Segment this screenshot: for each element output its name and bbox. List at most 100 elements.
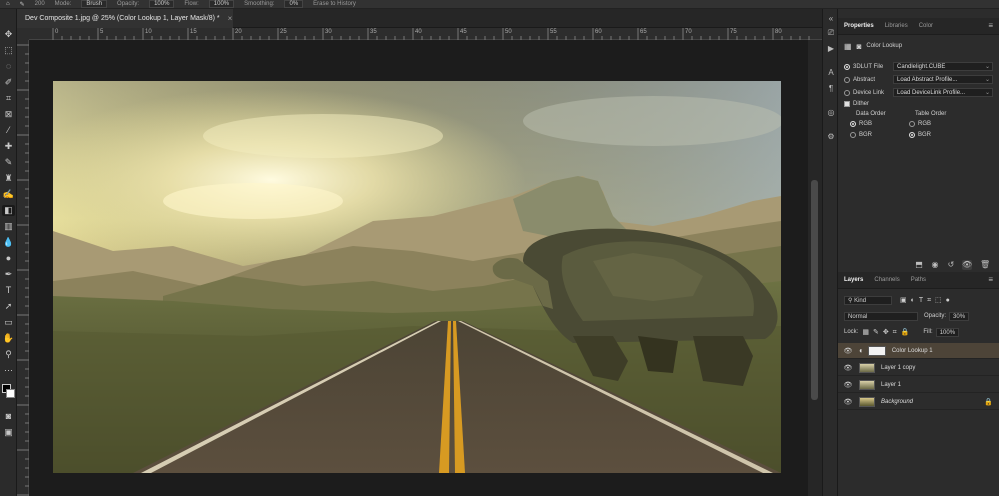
tab-libraries[interactable]: Libraries [885, 23, 908, 29]
layer-row-color-lookup[interactable]: 👁 ◐ Color Lookup 1 [838, 343, 999, 359]
table-order-rgb-radio[interactable] [909, 121, 915, 127]
type-tool-icon[interactable]: T [2, 285, 15, 296]
layer-mask-thumbnail[interactable] [867, 345, 886, 356]
lasso-tool-icon[interactable]: ◌ [2, 61, 15, 72]
blend-mode-select[interactable]: Normal [844, 311, 918, 321]
visibility-eye-icon[interactable]: 👁 [841, 381, 855, 389]
smoothing-field[interactable]: 0% [284, 0, 304, 8]
table-order-bgr-radio[interactable] [909, 132, 915, 138]
character-panel-icon[interactable]: A [825, 67, 837, 79]
healing-brush-tool-icon[interactable]: ✚ [2, 141, 15, 152]
data-order-bgr-radio[interactable] [850, 132, 856, 138]
gradient-tool-icon[interactable]: ▥ [2, 221, 15, 232]
quick-select-tool-icon[interactable]: ✐ [2, 77, 15, 88]
filter-type-icons[interactable]: ▣◐T⌗⬚● [900, 296, 954, 305]
layer-row-background[interactable]: 👁 Background 🔒 [838, 394, 999, 410]
quick-mask-icon[interactable]: ◙ [2, 411, 15, 422]
paragraph-panel-icon[interactable]: ¶ [825, 83, 837, 95]
close-tab-icon[interactable]: × [228, 14, 233, 23]
tab-layers[interactable]: Layers [844, 277, 863, 283]
dodge-tool-icon[interactable]: ● [2, 253, 15, 264]
layer-row-layer-1-copy[interactable]: 👁 Layer 1 copy [838, 360, 999, 376]
history-panel-icon[interactable]: ⎚ [825, 27, 837, 39]
rectangle-tool-icon[interactable]: ▭ [2, 317, 15, 328]
lut-file-select[interactable]: Candlelight.CUBE ⌄ [893, 62, 993, 71]
properties-panel-icon[interactable]: ⚙ [825, 131, 837, 143]
collapse-panels-icon[interactable]: « [825, 13, 837, 25]
layer-row-layer-1[interactable]: 👁 Layer 1 [838, 377, 999, 393]
tab-channels[interactable]: Channels [874, 277, 899, 283]
move-tool-icon[interactable]: ✥ [2, 29, 15, 40]
vertical-ruler[interactable] [17, 40, 29, 496]
ruler-origin[interactable] [17, 28, 29, 40]
tab-paths[interactable]: Paths [911, 277, 926, 283]
scrollbar-thumb[interactable] [811, 180, 818, 400]
blur-tool-icon[interactable]: 💧 [2, 237, 15, 248]
eyedropper-tool-icon[interactable]: ⁄ [2, 125, 15, 136]
ruler-tick-label: 20 [235, 29, 242, 35]
data-order-rgb-radio[interactable] [850, 121, 856, 127]
device-link-radio[interactable] [844, 90, 850, 96]
panel-menu-icon[interactable]: ≡ [988, 21, 993, 30]
brush-tool-icon[interactable]: ✎ [2, 157, 15, 168]
layers-menu-icon[interactable]: ≡ [988, 275, 993, 284]
filter-kind-select[interactable]: ⚲ Kind [844, 295, 892, 305]
data-order-bgr[interactable]: BGR [850, 130, 872, 140]
horizontal-ruler[interactable]: 0 5 10 15 20 25 30 35 40 45 50 55 60 65 70 75 80 [29, 28, 822, 40]
opacity-field[interactable]: 30% [949, 311, 970, 321]
marquee-tool-icon[interactable]: ⬚ [2, 45, 15, 56]
table-order-rgb[interactable]: RGB [909, 119, 931, 129]
clip-to-layer-icon[interactable]: ⬒ [914, 260, 924, 270]
background-color-swatch[interactable] [6, 389, 15, 398]
reset-icon[interactable]: ↺ [946, 260, 956, 270]
document-canvas[interactable] [53, 81, 781, 473]
canvas-workspace[interactable] [29, 40, 808, 496]
document-tab[interactable]: Dev Composite 1.jpg @ 25% (Color Lookup … [17, 9, 233, 28]
ruler-tick-label: 55 [550, 29, 557, 35]
delete-adjustment-icon[interactable]: 🗑 [980, 260, 990, 270]
zoom-tool-icon[interactable]: ⚲ [2, 349, 15, 360]
table-order-bgr[interactable]: BGR [909, 130, 931, 140]
adjustments-panel-icon[interactable]: ◎ [825, 107, 837, 119]
tab-color[interactable]: Color [919, 23, 933, 29]
eraser-tool-icon[interactable]: ◧ [2, 205, 15, 216]
data-order-rgb[interactable]: RGB [850, 119, 872, 129]
ruler-tick-label: 45 [460, 29, 467, 35]
hand-tool-icon[interactable]: ✋ [2, 333, 15, 344]
lock-icons[interactable]: ▦✎✥⌗🔒 [862, 328, 913, 337]
brush-preset-icon[interactable]: ✎ [20, 1, 25, 8]
path-select-tool-icon[interactable]: ➚ [2, 301, 15, 312]
home-icon[interactable]: ⌂ [6, 1, 10, 7]
clone-stamp-tool-icon[interactable]: ♜ [2, 173, 15, 184]
visibility-toggle-icon[interactable]: 👁 [962, 260, 972, 270]
visibility-eye-icon[interactable]: 👁 [841, 398, 855, 406]
abstract-radio[interactable] [844, 77, 850, 83]
visibility-eye-icon[interactable]: 👁 [841, 347, 855, 355]
mask-icon[interactable]: ◙ [857, 42, 862, 51]
vertical-scrollbar[interactable] [808, 40, 822, 496]
frame-tool-icon[interactable]: ⊠ [2, 109, 15, 120]
abstract-select[interactable]: Load Abstract Profile... ⌄ [893, 75, 993, 84]
view-previous-icon[interactable]: ◉ [930, 260, 940, 270]
device-link-select[interactable]: Load DeviceLink Profile... ⌄ [893, 88, 993, 97]
photoshop-window: ⌂ ✎ 200 Mode: Brush Opacity: 100% Flow: … [0, 0, 999, 496]
actions-panel-icon[interactable]: ▶ [825, 43, 837, 55]
history-brush-tool-icon[interactable]: ✍ [2, 189, 15, 200]
adjustment-grid-icon[interactable]: ▦ [844, 42, 852, 51]
crop-tool-icon[interactable]: ⌗ [2, 93, 15, 104]
more-tools-icon[interactable]: ⋯ [2, 365, 15, 376]
layer-filter-row: ⚲ Kind ▣◐T⌗⬚● [844, 295, 954, 305]
mode-dropdown[interactable]: Brush [81, 0, 108, 8]
chevron-down-icon: ⌄ [984, 90, 990, 96]
visibility-eye-icon[interactable]: 👁 [841, 364, 855, 372]
screen-mode-icon[interactable]: ▣ [2, 427, 15, 438]
table-order-rgb-label: RGB [918, 121, 932, 127]
flow-field[interactable]: 100% [208, 0, 235, 8]
tab-properties[interactable]: Properties [844, 23, 874, 29]
dither-checkbox[interactable] [844, 101, 850, 107]
fill-field[interactable]: 100% [935, 327, 960, 337]
pen-tool-icon[interactable]: ✒ [2, 269, 15, 280]
erase-history-checkbox[interactable]: Erase to History [313, 1, 356, 7]
opacity-field[interactable]: 100% [149, 0, 175, 8]
lut-file-radio[interactable] [844, 64, 850, 70]
